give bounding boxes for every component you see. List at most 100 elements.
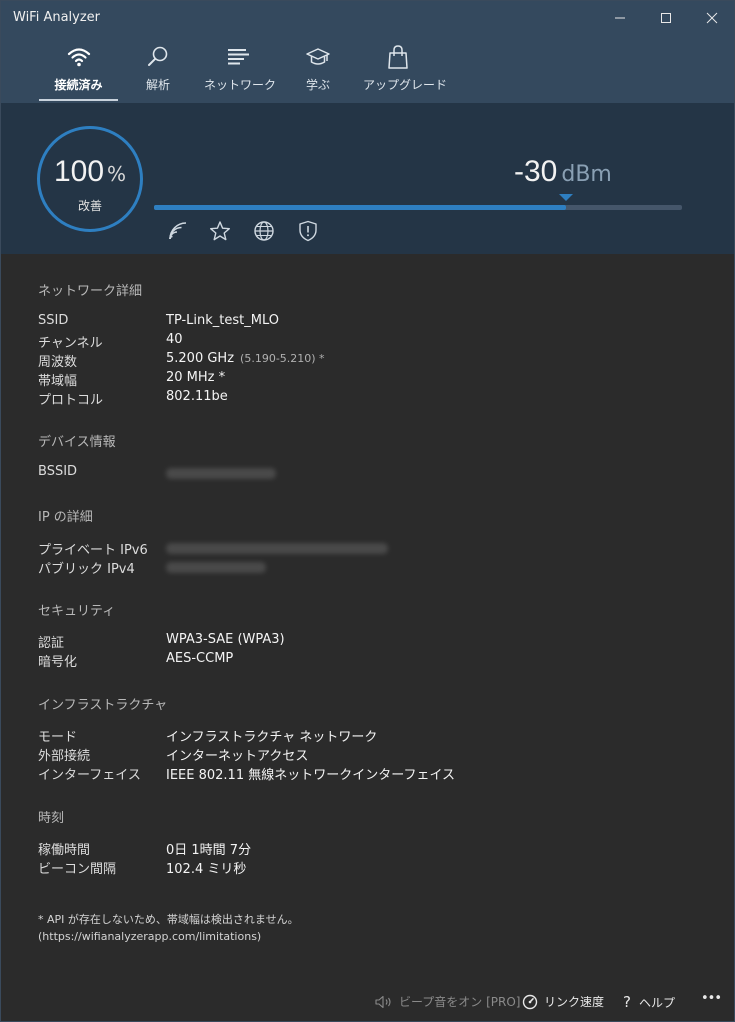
shield-alert-icon[interactable] bbox=[297, 220, 319, 242]
help-icon: ? bbox=[623, 993, 631, 1011]
tab-label: アップグレード bbox=[363, 78, 448, 92]
detail-value: 20 MHz * bbox=[166, 370, 226, 385]
help-label: ヘルプ bbox=[638, 995, 675, 1010]
detail-key: プロトコル bbox=[38, 393, 104, 408]
speaker-icon bbox=[375, 995, 391, 1008]
detail-row-frequency: 周波数 5.200 GHz (5.190-5.210) * bbox=[38, 351, 718, 371]
frequency-range: (5.190-5.210) * bbox=[240, 352, 325, 365]
signal-strength-fill bbox=[154, 205, 566, 210]
detail-row-bssid: BSSID bbox=[38, 464, 718, 484]
detail-key: チャンネル bbox=[38, 336, 103, 351]
quality-label: 改善 bbox=[77, 199, 102, 213]
globe-icon[interactable] bbox=[253, 220, 275, 242]
detail-row-protocol: プロトコル 802.11be bbox=[38, 389, 718, 409]
frequency-value: 5.200 GHz bbox=[166, 351, 235, 366]
app-window: WiFi Analyzer 接続済み 解析 ネットワーク 学ぶ アップグレード … bbox=[0, 0, 735, 1022]
detail-row-encryption: 暗号化 AES-CCMP bbox=[38, 651, 718, 671]
detail-key: 帯域幅 bbox=[38, 374, 78, 389]
link-speed-button[interactable]: リンク速度 bbox=[522, 993, 604, 1010]
detail-key: ビーコン間隔 bbox=[38, 862, 117, 877]
title-bar: WiFi Analyzer bbox=[1, 1, 734, 35]
detail-key: 周波数 bbox=[38, 355, 78, 370]
close-button[interactable] bbox=[689, 1, 734, 35]
detail-key: 暗号化 bbox=[38, 655, 78, 670]
nav-header: 接続済み 解析 ネットワーク 学ぶ アップグレード bbox=[1, 35, 734, 103]
window-title: WiFi Analyzer bbox=[13, 10, 101, 25]
maximize-icon bbox=[661, 13, 671, 23]
detail-value: 0日 1時間 7分 bbox=[166, 843, 252, 858]
tab-analyze[interactable]: 解析 bbox=[131, 35, 185, 101]
beep-label: ビープ音をオン [PRO] bbox=[399, 995, 521, 1009]
detail-row-auth: 認証 WPA3-SAE (WPA3) bbox=[38, 632, 718, 652]
footnote-link[interactable]: (https://wifianalyzerapp.com/limitations… bbox=[38, 928, 299, 945]
graduation-cap-icon bbox=[306, 48, 330, 65]
detail-key: BSSID bbox=[38, 464, 78, 479]
detail-row-channel: チャンネル 40 bbox=[38, 332, 718, 352]
beep-toggle-button[interactable]: ビープ音をオン [PRO] bbox=[375, 993, 520, 1010]
detail-row-ssid: SSID TP-Link_test_MLO bbox=[38, 313, 718, 333]
detail-row-private-ipv6: プライベート IPv6 bbox=[38, 539, 718, 559]
detail-value: 802.11be bbox=[166, 389, 228, 404]
shopping-bag-icon bbox=[388, 45, 408, 69]
minimize-button[interactable] bbox=[597, 1, 643, 35]
help-button[interactable]: ? ヘルプ bbox=[623, 993, 675, 1011]
tab-label: ネットワーク bbox=[204, 78, 277, 92]
tab-label: 学ぶ bbox=[305, 78, 330, 92]
signal-panel: 100% 改善 -30 dBm bbox=[1, 103, 734, 254]
redacted-value bbox=[166, 543, 388, 554]
tab-label: 解析 bbox=[145, 78, 170, 92]
detail-value: 102.4 ミリ秒 bbox=[166, 862, 247, 877]
detail-value: 40 bbox=[166, 332, 183, 347]
redacted-value bbox=[166, 468, 276, 479]
link-speed-label: リンク速度 bbox=[544, 995, 605, 1009]
footnote-text: * API が存在しないため、帯域幅は検出されません。 bbox=[38, 913, 299, 926]
signal-strength-marker bbox=[558, 194, 573, 201]
tab-learn[interactable]: 学ぶ bbox=[293, 35, 343, 101]
detail-value: IEEE 802.11 無線ネットワークインターフェイス bbox=[166, 768, 456, 783]
tab-networks[interactable]: ネットワーク bbox=[204, 35, 277, 101]
tab-upgrade[interactable]: アップグレード bbox=[363, 35, 448, 101]
detail-value: インフラストラクチャ ネットワーク bbox=[166, 730, 378, 745]
magnifier-icon bbox=[148, 46, 168, 66]
detail-row-bandwidth: 帯域幅 20 MHz * bbox=[38, 370, 718, 390]
active-tab-indicator bbox=[39, 99, 118, 101]
detail-key: モード bbox=[38, 730, 78, 745]
minimize-icon bbox=[615, 17, 625, 19]
more-icon: ••• bbox=[701, 991, 722, 1006]
detail-key: インターフェイス bbox=[38, 768, 141, 783]
detail-key: パブリック IPv4 bbox=[38, 562, 135, 577]
footnote: * API が存在しないため、帯域幅は検出されません。 (https://wif… bbox=[38, 911, 299, 945]
redacted-value bbox=[166, 562, 266, 573]
signal-strength-bar bbox=[154, 205, 682, 210]
detail-value: AES-CCMP bbox=[166, 651, 234, 666]
list-icon bbox=[228, 49, 249, 65]
detail-value: TP-Link_test_MLO bbox=[166, 313, 280, 328]
more-options-button[interactable]: ••• bbox=[701, 991, 722, 1006]
tab-connected[interactable]: 接続済み bbox=[39, 35, 118, 101]
wifi-signal-icon[interactable] bbox=[167, 220, 189, 242]
footer-bar: ビープ音をオン [PRO] リンク速度 ? ヘルプ ••• bbox=[1, 981, 734, 1021]
close-icon bbox=[706, 12, 718, 24]
detail-row-public-ipv4: パブリック IPv4 bbox=[38, 558, 718, 578]
strength-value: -30 bbox=[514, 155, 558, 188]
section-title-ip: IP の詳細 bbox=[38, 510, 93, 525]
detail-key: 稼働時間 bbox=[38, 843, 91, 858]
detail-row-beacon-interval: ビーコン間隔 102.4 ミリ秒 bbox=[38, 858, 718, 878]
maximize-button[interactable] bbox=[643, 1, 689, 35]
detail-value: 5.200 GHz (5.190-5.210) * bbox=[166, 351, 325, 366]
section-title-network: ネットワーク詳細 bbox=[38, 284, 143, 299]
quality-unit: % bbox=[107, 162, 127, 186]
star-icon[interactable] bbox=[209, 220, 231, 242]
section-title-security: セキュリティ bbox=[38, 604, 116, 619]
signal-quality-gauge: 100% 改善 bbox=[37, 126, 143, 232]
quality-value: 100 bbox=[53, 155, 105, 188]
detail-value: インターネットアクセス bbox=[166, 749, 309, 764]
section-title-time: 時刻 bbox=[38, 811, 65, 826]
detail-key: プライベート IPv6 bbox=[38, 543, 148, 558]
detail-value: WPA3-SAE (WPA3) bbox=[166, 632, 285, 647]
section-title-infrastructure: インフラストラクチャ bbox=[38, 698, 168, 713]
detail-row-uptime: 稼働時間 0日 1時間 7分 bbox=[38, 839, 718, 859]
detail-row-connectivity: 外部接続 インターネットアクセス bbox=[38, 745, 718, 765]
detail-key: 認証 bbox=[38, 636, 65, 651]
section-title-device: デバイス情報 bbox=[38, 435, 116, 450]
